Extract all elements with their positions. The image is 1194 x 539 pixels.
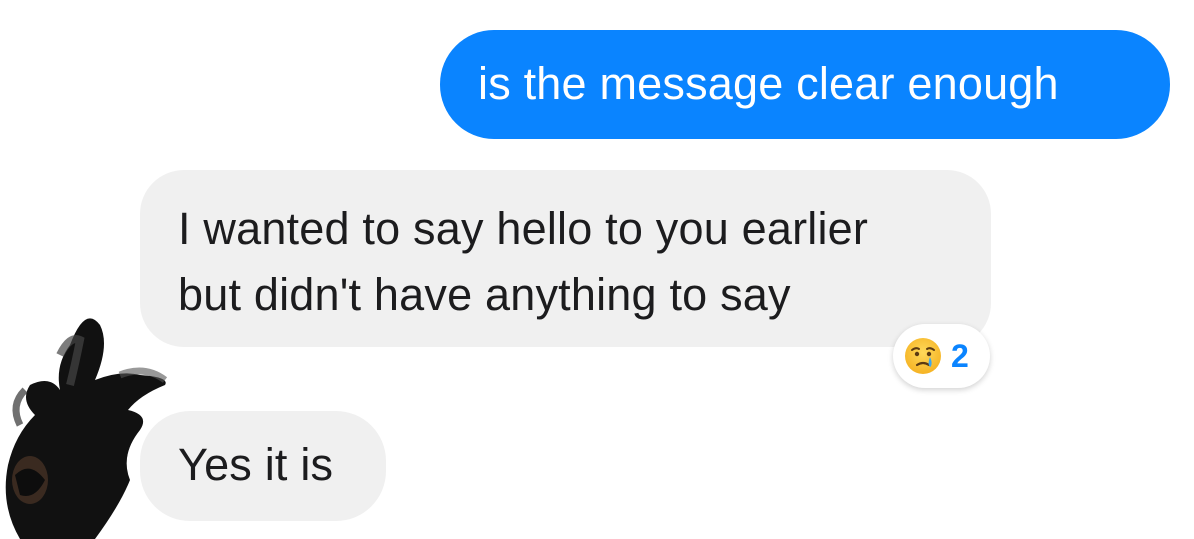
outgoing-message-bubble[interactable]: is the message clear enough bbox=[440, 30, 1170, 139]
incoming-message-line-1: I wanted to say hello to you earlier bbox=[178, 203, 869, 254]
incoming-message-text-2: Yes it is bbox=[178, 439, 334, 490]
incoming-message-bubble[interactable]: I wanted to say hello to you earlier but… bbox=[140, 170, 991, 347]
message-reaction-badge[interactable]: 2 bbox=[893, 324, 990, 388]
outgoing-message-text: is the message clear enough bbox=[478, 58, 1059, 109]
crying-face-icon bbox=[905, 338, 941, 374]
redacted-avatar bbox=[5, 318, 168, 539]
incoming-message-line-2: but didn't have anything to say bbox=[178, 269, 791, 320]
reaction-count: 2 bbox=[951, 337, 969, 374]
